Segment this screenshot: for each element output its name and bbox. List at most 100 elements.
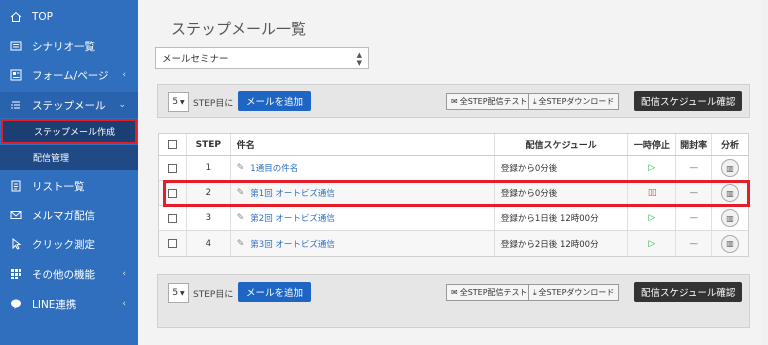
download-icon: ⤓ [533,287,537,297]
nav-label: LINE連携 [32,298,77,311]
document-icon [9,179,23,193]
step-number-value: 5 [172,97,179,107]
open-rate: — [689,238,698,249]
page-title: ステップメール一覧 [171,20,307,38]
steps-icon [9,98,23,112]
row-step: 3 [187,206,231,230]
sub-item-step-mail-create[interactable]: ステップメール作成 [1,119,137,144]
mail-icon: ✉ [451,288,458,297]
row-schedule: 登録から2日後 12時00分 [495,231,629,256]
header-open-rate: 開封率 [676,134,713,155]
row-schedule: 登録から1日後 12時00分 [495,206,629,230]
line-icon [9,297,23,311]
grid-icon [9,267,23,281]
select-all-cell[interactable] [159,134,187,155]
pointer-icon [9,237,23,251]
header-title: 件名 [231,134,495,155]
play-icon[interactable]: ▷ [648,239,655,249]
chevron-down-icon: ⌄ [118,100,126,110]
nav-scenario-list[interactable]: シナリオ一覧 [0,33,138,59]
top-toolbar: 5 ▼ STEP目に メールを追加 ✉ 全STEP配信テスト ⤓ 全STEPダウン… [157,84,750,118]
mail-icon [9,208,23,222]
schedule-check-button[interactable]: 配信スケジュール確認 [634,91,743,111]
nav-label: クリック測定 [32,238,95,251]
mail-title: 第2回 オートビズ通信 [250,214,335,224]
download-all-label: 全STEPダウンロード [538,97,615,106]
sidebar: TOP シナリオ一覧 フォーム/ページ ‹ ステップメール ⌄ ステップメール作… [0,0,138,345]
test-all-button[interactable]: ✉ 全STEP配信テスト [446,93,533,110]
chevron-left-icon: ‹ [122,299,126,309]
step-number-select[interactable]: 5 ▼ [168,283,189,303]
step-number-select[interactable]: 5 ▼ [168,92,189,112]
step-label: STEP目に [193,99,234,109]
chevron-left-icon: ‹ [122,70,126,80]
nav-other-features[interactable]: その他の機能 ‹ [0,261,138,287]
mail-title: 1通目の件名 [250,164,299,174]
list-icon [9,39,23,53]
scenario-select[interactable]: メールセミナー ▲ ▼ [155,47,369,69]
home-icon [9,10,23,24]
download-all-button[interactable]: ⤓ 全STEPダウンロード [528,284,620,301]
test-all-label: 全STEP配信テスト [459,97,528,106]
select-all-checkbox[interactable] [167,140,177,149]
nav-label: メルマガ配信 [32,209,95,222]
nav-label: シナリオ一覧 [32,40,95,53]
nav-label: ステップメール [32,99,106,112]
edit-icon: ✎ [236,163,245,173]
add-mail-button[interactable]: メールを追加 [238,282,312,302]
nav-form-page[interactable]: フォーム/ページ ‹ [0,62,138,88]
nav-step-mail[interactable]: ステップメール ⌄ [0,92,138,118]
mail-title-link[interactable]: ✎ 第2回 オートビズ通信 [237,212,335,224]
add-mail-button[interactable]: メールを追加 [238,91,312,111]
chart-icon[interactable]: ▥ [721,159,740,177]
mail-title: 第3回 オートビズ通信 [250,239,335,250]
edit-icon: ✎ [236,238,245,249]
step-label: STEP目に [193,290,234,300]
nav-label: TOP [32,11,54,23]
table-row: 1 ✎ 1通目の件名 登録から0分後 ▷ — ▥ [159,156,748,181]
schedule-check-button[interactable]: 配信スケジュール確認 [634,282,743,302]
step-number-value: 5 [172,288,179,298]
mail-title-link[interactable]: ✎ 1通目の件名 [237,162,298,174]
open-rate: — [689,213,698,223]
nav-top[interactable]: TOP [0,4,138,30]
chevron-down-icon: ▼ [180,98,185,106]
nav-list[interactable]: リスト一覧 [0,173,138,199]
test-all-button[interactable]: ✉ 全STEP配信テスト [446,284,533,301]
download-all-label: 全STEPダウンロード [538,288,615,297]
play-icon[interactable]: ▷ [648,213,655,223]
row-step: 4 [187,231,231,256]
chevron-left-icon: ‹ [122,269,126,279]
sub-item-delivery-management[interactable]: 配信管理 [0,145,138,170]
nav-line[interactable]: LINE連携 ‹ [0,291,138,317]
nav-label: リスト一覧 [32,180,85,193]
edit-icon: ✎ [236,213,245,223]
download-icon: ⤓ [533,96,537,106]
nav-mailmag[interactable]: メルマガ配信 [0,202,138,228]
mail-title-link[interactable]: ✎ 第3回 オートビズ通信 [237,238,335,250]
sub-item-label: ステップメール作成 [34,128,116,138]
main-content: ステップメール一覧 メールセミナー ▲ ▼ 5 ▼ STEP目に メールを追加 ✉ … [138,0,768,345]
header-schedule: 配信スケジュール [495,134,629,155]
nav-label: フォーム/ページ [32,69,109,82]
row-checkbox[interactable] [167,239,177,248]
chart-icon[interactable]: ▥ [721,234,740,253]
nav-click-measure[interactable]: クリック測定 [0,231,138,257]
play-icon[interactable]: ▷ [648,163,655,173]
chevron-down-icon: ▼ [180,289,185,297]
row-checkbox[interactable] [167,163,177,173]
row-checkbox[interactable] [167,213,177,223]
scrollbar[interactable] [762,0,768,345]
header-pause: 一時停止 [628,134,677,155]
open-rate: — [689,163,698,173]
row-schedule: 登録から0分後 [495,156,629,180]
scenario-select-value: メールセミナー [162,54,229,65]
caret-icon: ▲ ▼ [356,51,362,67]
header-analysis: 分析 [721,141,740,151]
row-step: 1 [187,156,231,180]
table-row: 4 ✎ 第3回 オートビズ通信 登録から2日後 12時00分 ▷ — ▥ [159,231,748,256]
download-all-button[interactable]: ⤓ 全STEPダウンロード [528,93,620,110]
chart-icon[interactable]: ▥ [721,209,740,227]
table-header: STEP 件名 配信スケジュール 一時停止 開封率 分析 [159,134,748,156]
bottom-toolbar: 5 ▼ STEP目に メールを追加 ✉ 全STEP配信テスト ⤓ 全STEPダウン… [157,274,750,328]
